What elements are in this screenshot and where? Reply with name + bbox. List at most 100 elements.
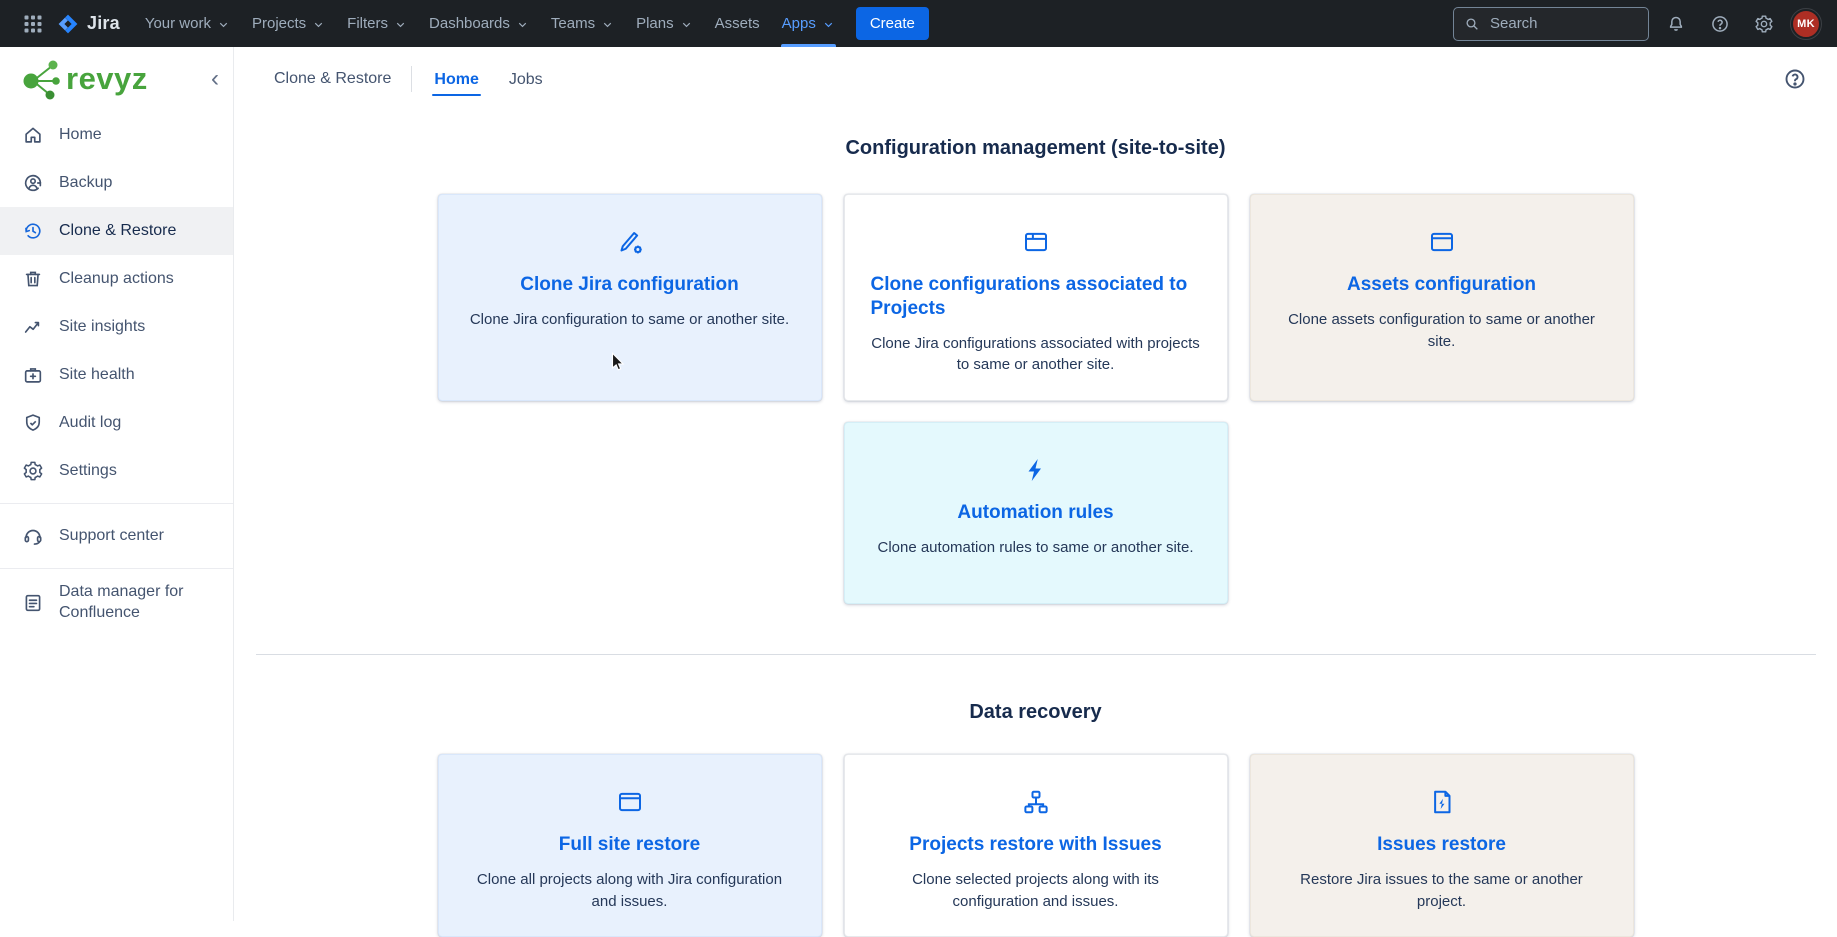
sidebar-item-settings[interactable]: Settings bbox=[0, 447, 233, 495]
sidebar-item-site-insights[interactable]: Site insights bbox=[0, 303, 233, 351]
card-description: Clone Jira configuration to same or anot… bbox=[465, 309, 795, 331]
revyz-logo-icon bbox=[16, 56, 62, 102]
grid-icon bbox=[23, 14, 43, 34]
search-icon bbox=[1464, 16, 1480, 32]
nav-projects[interactable]: Projects bbox=[241, 0, 336, 47]
tab-home[interactable]: Home bbox=[432, 50, 480, 108]
top-navigation: Your work Projects Filters Dashboards Te… bbox=[134, 0, 846, 47]
mouse-cursor bbox=[607, 351, 629, 373]
section-divider bbox=[256, 654, 1816, 655]
card-description: Clone assets configuration to same or an… bbox=[1277, 309, 1607, 353]
chevron-down-icon bbox=[312, 18, 325, 31]
card-projects-restore-with-issues[interactable]: Projects restore with Issues Clone selec… bbox=[844, 754, 1228, 937]
card-clone-configurations-projects[interactable]: Clone configurations associated to Proje… bbox=[844, 194, 1228, 401]
headset-icon bbox=[22, 525, 44, 547]
chevron-down-icon bbox=[217, 18, 230, 31]
page-help-button[interactable] bbox=[1779, 63, 1811, 95]
chevron-down-icon bbox=[822, 18, 835, 31]
health-icon bbox=[22, 364, 44, 386]
nav-assets[interactable]: Assets bbox=[704, 0, 771, 47]
trash-icon bbox=[22, 268, 44, 290]
brand-name: revyz bbox=[66, 61, 148, 97]
home-icon bbox=[22, 124, 44, 146]
document-icon bbox=[22, 592, 44, 614]
product-name: Jira bbox=[87, 13, 120, 34]
settings-button[interactable] bbox=[1747, 7, 1781, 41]
clone-restore-icon bbox=[22, 220, 44, 242]
page-header: Clone & Restore Home Jobs bbox=[234, 47, 1837, 111]
nav-teams[interactable]: Teams bbox=[540, 0, 625, 47]
sitemap-icon bbox=[871, 787, 1201, 817]
card-automation-rules[interactable]: Automation rules Clone automation rules … bbox=[844, 422, 1228, 604]
card-title[interactable]: Clone configurations associated to Proje… bbox=[871, 273, 1201, 321]
card-title[interactable]: Full site restore bbox=[465, 833, 795, 857]
card-full-site-restore[interactable]: Full site restore Clone all projects alo… bbox=[438, 754, 822, 937]
jira-mark-icon bbox=[56, 12, 80, 36]
card-title[interactable]: Automation rules bbox=[871, 501, 1201, 525]
card-issues-restore[interactable]: Issues restore Restore Jira issues to th… bbox=[1250, 754, 1634, 937]
document-lightning-icon bbox=[1277, 787, 1607, 817]
search-input[interactable] bbox=[1488, 14, 1638, 33]
card-assets-configuration[interactable]: Assets configuration Clone assets config… bbox=[1250, 194, 1634, 401]
notifications-button[interactable] bbox=[1659, 7, 1693, 41]
sidebar-collapse-button[interactable]: ‹ bbox=[205, 65, 225, 93]
data-recovery-card-grid: Full site restore Clone all projects alo… bbox=[438, 754, 1634, 937]
browser-window-icon bbox=[465, 787, 795, 817]
gear-icon bbox=[22, 460, 44, 482]
sidebar-nav: Home Backup Clone & Restore Cleanup acti… bbox=[0, 111, 233, 629]
pencil-gear-icon bbox=[465, 227, 795, 257]
card-clone-jira-configuration[interactable]: Clone Jira configuration Clone Jira conf… bbox=[438, 194, 822, 401]
sidebar: revyz ‹ Home Backup Clone & Restore Cl bbox=[0, 47, 234, 921]
chevron-down-icon bbox=[601, 18, 614, 31]
vertical-divider bbox=[411, 66, 412, 92]
search-box[interactable] bbox=[1453, 7, 1649, 41]
card-title[interactable]: Projects restore with Issues bbox=[871, 833, 1201, 857]
question-circle-icon bbox=[1783, 67, 1807, 91]
revyz-brand: revyz ‹ bbox=[0, 47, 233, 111]
sidebar-divider bbox=[0, 503, 233, 504]
nav-filters[interactable]: Filters bbox=[336, 0, 418, 47]
configuration-card-grid: Clone Jira configuration Clone Jira conf… bbox=[438, 194, 1634, 604]
card-title[interactable]: Issues restore bbox=[1277, 833, 1607, 857]
create-button[interactable]: Create bbox=[856, 7, 929, 40]
card-description: Clone all projects along with Jira confi… bbox=[465, 869, 795, 913]
card-description: Clone automation rules to same or anothe… bbox=[871, 537, 1201, 559]
gear-icon bbox=[1754, 14, 1774, 34]
tab-jobs[interactable]: Jobs bbox=[507, 50, 545, 108]
card-description: Clone Jira configurations associated wit… bbox=[871, 333, 1201, 377]
sidebar-divider bbox=[0, 568, 233, 569]
sidebar-item-support-center[interactable]: Support center bbox=[0, 512, 233, 560]
user-avatar[interactable]: MK bbox=[1791, 9, 1821, 39]
nav-plans[interactable]: Plans bbox=[625, 0, 704, 47]
browser-window-icon bbox=[1277, 227, 1607, 257]
card-description: Restore Jira issues to the same or anoth… bbox=[1277, 869, 1607, 913]
sidebar-item-data-manager-confluence[interactable]: Data manager for Confluence bbox=[0, 577, 215, 629]
chevron-down-icon bbox=[394, 18, 407, 31]
sidebar-item-clone-restore[interactable]: Clone & Restore bbox=[0, 207, 233, 255]
app-switcher-button[interactable] bbox=[16, 7, 50, 41]
sidebar-item-audit-log[interactable]: Audit log bbox=[0, 399, 233, 447]
sidebar-item-home[interactable]: Home bbox=[0, 111, 233, 159]
bell-icon bbox=[1666, 14, 1686, 34]
browser-window-icon bbox=[871, 227, 1201, 257]
nav-dashboards[interactable]: Dashboards bbox=[418, 0, 540, 47]
sidebar-item-site-health[interactable]: Site health bbox=[0, 351, 233, 399]
lightning-icon bbox=[871, 455, 1201, 485]
nav-apps[interactable]: Apps bbox=[771, 0, 846, 47]
card-title[interactable]: Clone Jira configuration bbox=[465, 273, 795, 297]
card-title[interactable]: Assets configuration bbox=[1277, 273, 1607, 297]
topbar: Jira Your work Projects Filters Dashboar… bbox=[0, 0, 1837, 47]
section-title-data-recovery: Data recovery bbox=[438, 701, 1634, 724]
nav-your-work[interactable]: Your work bbox=[134, 0, 241, 47]
jira-logo[interactable]: Jira bbox=[56, 12, 120, 36]
main-content: Clone & Restore Home Jobs Configuration … bbox=[234, 0, 1837, 937]
chevron-down-icon bbox=[516, 18, 529, 31]
sidebar-item-cleanup-actions[interactable]: Cleanup actions bbox=[0, 255, 233, 303]
question-circle-icon bbox=[1710, 14, 1730, 34]
sidebar-item-backup[interactable]: Backup bbox=[0, 159, 233, 207]
card-description: Clone selected projects along with its c… bbox=[871, 869, 1201, 913]
content-area: Configuration management (site-to-site) … bbox=[438, 111, 1634, 937]
help-button[interactable] bbox=[1703, 7, 1737, 41]
shield-icon bbox=[22, 412, 44, 434]
breadcrumb[interactable]: Clone & Restore bbox=[274, 70, 391, 88]
